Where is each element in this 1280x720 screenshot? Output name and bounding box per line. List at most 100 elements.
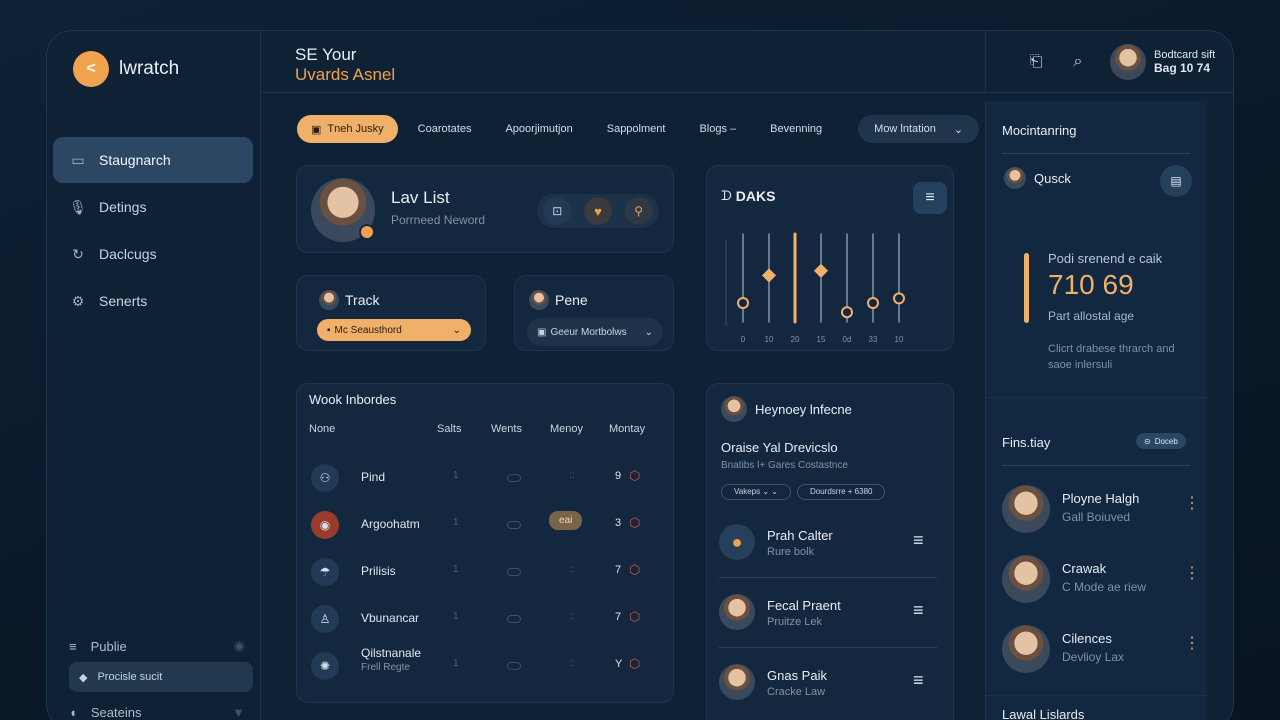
more-vertical-icon[interactable]: ⋮: [1184, 633, 1200, 653]
row-name: Argoohatm: [361, 517, 420, 531]
stat-bar: [1024, 253, 1029, 323]
search-icon[interactable]: ⌕: [1068, 52, 1088, 72]
pene-header: Pene: [529, 290, 588, 310]
table-row[interactable]: ♙ Vbunancar 1 :: 7 ⬡: [309, 603, 665, 637]
daks-title: DAKS: [735, 188, 776, 204]
list-item[interactable]: Crawak C Mode ae riew ⋮: [1002, 555, 1200, 603]
more-tab-dropdown[interactable]: Mow lntation ⌄: [858, 115, 980, 143]
hey-card: Heynoey lnfecne Oraise Yal Drevicslo Bna…: [706, 383, 954, 720]
column-header: Montay: [609, 423, 646, 435]
column-header: Salts: [437, 423, 462, 435]
person-sub: C Mode ae riew: [1062, 580, 1147, 594]
track-select[interactable]: ▪ Mc Seausthord ⌄: [317, 319, 471, 341]
tab-sappolment[interactable]: Sappolment: [593, 115, 680, 143]
quick-row[interactable]: Qusck: [1004, 167, 1071, 189]
list-item[interactable]: Gnas Paik Cracke Law ≡: [719, 664, 943, 710]
row-cell-pill: [507, 615, 521, 623]
list-item[interactable]: Fecal Praent Pruitze Lek ≡: [719, 594, 943, 648]
row-cell: ::: [569, 611, 575, 622]
divider: [719, 577, 937, 578]
lock-icon: ▪: [327, 324, 331, 336]
table-row[interactable]: ◉ Argoohatm 1 eai 3 ⬡: [309, 509, 665, 543]
procisle-button[interactable]: ◆ Procisle sucit: [69, 662, 253, 692]
row-cell: 9: [615, 470, 622, 482]
data-point: [893, 292, 905, 305]
avatar: [529, 290, 549, 310]
list-item[interactable]: Ployne Halgh Gall Boiuved ⋮: [1002, 485, 1200, 533]
track-title: Track: [345, 292, 380, 308]
tab-bar: ▣ Tneh Jusky Coarotates Apoorjimutjon Sap…: [297, 115, 980, 143]
table-row[interactable]: ✺ Qilstnanale Frell Regte 1 :: Y ⬡: [309, 646, 665, 684]
track-card: Track ▪ Mc Seausthord ⌄: [296, 275, 486, 351]
more-vertical-icon[interactable]: ⋮: [1184, 563, 1200, 583]
tab-coarotates[interactable]: Coarotates: [404, 115, 486, 143]
table-row[interactable]: ⚇ Pind 1 :: 9 ⬡: [309, 462, 665, 496]
brand[interactable]: < lwratch: [73, 51, 179, 87]
alert-icon[interactable]: ⬡: [629, 562, 640, 578]
alert-icon[interactable]: ⬡: [629, 656, 640, 672]
tick-label: 10: [765, 335, 774, 344]
table-row[interactable]: ☂ Prilisis 1 :: 7 ⬡: [309, 556, 665, 590]
hey-chip-2[interactable]: Dourdsrre + 6380: [797, 484, 886, 500]
table-header: None Salts Wents Menoy Montay: [309, 423, 665, 439]
row-name: Pind: [361, 470, 386, 484]
tag-icon: ◆: [79, 671, 88, 684]
data-point: [813, 263, 829, 278]
column-header: Wents: [491, 423, 522, 435]
back-icon[interactable]: ⎗: [1026, 52, 1046, 72]
sidebar-item-staugnarch[interactable]: ▭ Staugnarch: [53, 137, 253, 183]
menu-button[interactable]: ≡: [913, 182, 947, 214]
row-cell-pill: [507, 662, 521, 670]
alert-icon[interactable]: ⬡: [629, 468, 640, 484]
data-point: [867, 297, 879, 309]
divider: [986, 397, 1208, 398]
chat-icon: ⊝: [1144, 436, 1151, 446]
menu-icon[interactable]: ≡: [913, 670, 924, 691]
hey-chip-1[interactable]: Vakeps ⌄ ⌄: [721, 484, 791, 500]
mic-icon: 🎙: [69, 198, 87, 215]
right-footer: Lawal Lislards: [1002, 707, 1085, 720]
user-profile[interactable]: Bodtcard sift Bag 10 74: [1110, 44, 1215, 80]
row-cell: eai: [549, 511, 583, 530]
stat-label: Podi srenend e caik: [1048, 251, 1163, 266]
list-item[interactable]: ● Prah Calter Rure bolk ≡: [719, 524, 943, 578]
more-vertical-icon[interactable]: ⋮: [1184, 493, 1200, 513]
person-sub: Cracke Law: [767, 686, 826, 698]
select-label: Geeur Mortbolws: [550, 326, 627, 338]
sidebar-item-seateins[interactable]: ◖ Seateins ▼: [69, 697, 245, 720]
row-cell: 1: [453, 658, 459, 669]
stat-note: Clicrt drabese thrarch and saoe inlersul…: [1048, 343, 1175, 371]
pin-icon[interactable]: ⚲: [624, 197, 653, 225]
sidebar-item-publie[interactable]: ≡ Publie ◉: [69, 631, 245, 661]
alert-icon[interactable]: ⬡: [629, 609, 640, 625]
avatar: [1002, 485, 1050, 533]
person-sub: Devlioy Lax: [1062, 650, 1125, 664]
profile-subtitle: Porrneed Neword: [391, 213, 486, 227]
tab-blogs[interactable]: Blogs –: [685, 115, 750, 143]
tab-bevenning[interactable]: Bevenning: [756, 115, 836, 143]
sidebar-item-detings[interactable]: 🎙 Detings: [53, 184, 253, 230]
message-icon[interactable]: ⊡: [543, 197, 572, 225]
quick-action-button[interactable]: ▤: [1160, 165, 1192, 197]
sidebar-item-senerts[interactable]: ⚙ Senerts: [53, 278, 253, 324]
row-cell: 7: [615, 611, 622, 623]
alert-icon[interactable]: ⬡: [629, 515, 640, 531]
hey-header: Heynoey lnfecne: [721, 396, 852, 422]
row-name: Prilisis: [361, 564, 396, 578]
user-icon: ♙: [311, 605, 339, 633]
menu-icon[interactable]: ≡: [913, 600, 924, 621]
right-panel-title: Mocintanring: [1002, 123, 1077, 138]
tab-label: Mow lntation: [874, 123, 936, 135]
tab-apoorjimutjon[interactable]: Apoorjimutjon: [491, 115, 586, 143]
column-header: Menoy: [550, 423, 584, 435]
heart-icon[interactable]: ♥: [583, 197, 612, 225]
tab-tneh-jusky[interactable]: ▣ Tneh Jusky: [297, 115, 398, 143]
row-name: Qilstnanale: [361, 646, 422, 660]
fins-button[interactable]: ⊝ Doceb: [1136, 433, 1186, 449]
select-value: ▣ Geeur Mortbolws: [537, 327, 627, 338]
data-point: [841, 306, 853, 319]
list-item[interactable]: Cilences Devlioy Lax ⋮: [1002, 625, 1200, 673]
sidebar-item-daclcugs[interactable]: ↻ Daclcugs: [53, 231, 253, 277]
pene-select[interactable]: ▣ Geeur Mortbolws ⌄: [527, 318, 663, 346]
menu-icon[interactable]: ≡: [913, 530, 924, 551]
